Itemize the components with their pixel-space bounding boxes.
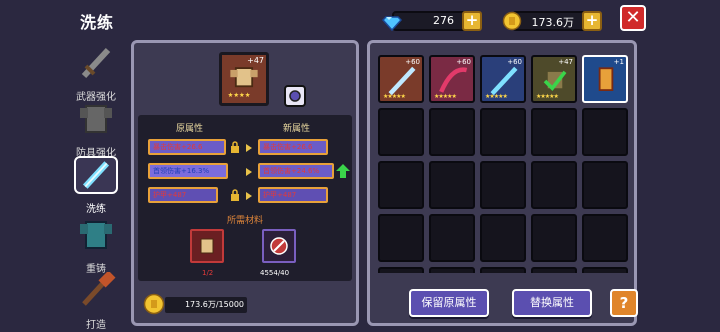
empty-inventory-slot[interactable] [480, 161, 526, 209]
svg-text:★★★★: ★★★★ [228, 92, 251, 99]
material-count-2: 4554/40 [260, 269, 290, 277]
lock-toggle-slot[interactable] [284, 85, 306, 107]
armor-material-icon [200, 238, 214, 254]
refine-stone-icon [270, 237, 288, 255]
nav-refine[interactable]: 洗练 [68, 156, 124, 215]
lantern-icon [598, 67, 614, 91]
inventory-item[interactable]: +1 [582, 55, 628, 103]
empty-inventory-slot[interactable] [378, 267, 424, 273]
empty-inventory-slot[interactable] [531, 108, 577, 156]
rarity-stars: ★★★★★ [485, 93, 508, 100]
forge-hammer-icon [82, 270, 116, 306]
lock-icon[interactable] [230, 141, 240, 153]
attribute-compare-box: 原属性 新属性 暴击伤害+26.6 暴击伤害+26.6 首领伤害+16.3% 首… [138, 115, 352, 281]
crystal-sword-icon [74, 156, 118, 194]
gold-counter: 173.6万 + [502, 11, 602, 31]
new-attr-3: 护甲+487 [258, 187, 328, 203]
empty-inventory-slot[interactable] [429, 267, 475, 273]
empty-inventory-slot[interactable] [480, 214, 526, 262]
help-button[interactable]: ? [610, 289, 638, 317]
armor-item-icon: ★★★★ [228, 67, 258, 99]
inventory-item[interactable]: +47 ★★★★★ [531, 55, 577, 103]
empty-inventory-slot[interactable] [531, 161, 577, 209]
empty-inventory-slot[interactable] [582, 214, 628, 262]
gold-coin-icon [143, 293, 165, 315]
selected-equipment-slot[interactable]: +47 ★★★★ [219, 52, 269, 106]
empty-inventory-slot[interactable] [429, 108, 475, 156]
rarity-stars: ★★★★★ [383, 93, 406, 100]
stat-up-arrow-icon [336, 164, 350, 178]
arrow-icon [246, 168, 252, 176]
old-attr-2: 首领伤害+16.3% [148, 163, 228, 179]
nav-weapon-upgrade[interactable]: 武器强化 [68, 44, 124, 103]
keep-original-button[interactable]: 保留原属性 [409, 289, 489, 317]
old-attr-1: 暴击伤害+26.6 [148, 139, 226, 155]
new-attr-header: 新属性 [283, 124, 311, 134]
gold-coin-icon [502, 11, 522, 31]
old-attr-3: 护甲+487 [148, 187, 218, 203]
empty-inventory-slot[interactable] [429, 161, 475, 209]
gold-amount: 173.6万 [531, 16, 575, 29]
sword-icon [81, 47, 111, 79]
diamond-icon [382, 16, 402, 31]
lock-icon[interactable] [230, 189, 240, 201]
empty-inventory-slot[interactable] [378, 214, 424, 262]
gem-amount: 276 [433, 14, 454, 27]
empty-inventory-slot[interactable] [378, 108, 424, 156]
inventory-item[interactable]: +60 ★★★★★ [429, 55, 475, 103]
gem-counter: 276 + [382, 11, 482, 31]
inventory-panel: +60 ★★★★★ +60 ★★★★★ +60 ★★★★★ +47 ★★★★★ +1 [367, 40, 637, 326]
new-attr-1: 暴击伤害+26.6 [258, 139, 328, 155]
inventory-item[interactable]: +60 ★★★★★ [378, 55, 424, 103]
empty-inventory-slot[interactable] [582, 161, 628, 209]
page-title: 洗练 [80, 13, 115, 32]
empty-inventory-slot[interactable] [531, 214, 577, 262]
materials-header: 所需材料 [226, 216, 263, 226]
empty-inventory-slot[interactable] [480, 267, 526, 273]
arrow-icon [246, 192, 252, 200]
material-slot-2[interactable] [262, 229, 296, 263]
gold-cost-row: 173.6万/15000 [143, 293, 353, 317]
add-gold-button[interactable]: + [582, 11, 602, 31]
gold-cost: 173.6万/15000 [165, 297, 247, 313]
material-slot-1[interactable] [190, 229, 224, 263]
add-gems-button[interactable]: + [462, 11, 482, 31]
arrow-icon [246, 144, 252, 152]
old-attr-header: 原属性 [176, 124, 204, 134]
orb-icon [289, 90, 301, 102]
nav-armor-upgrade[interactable]: 防具强化 [68, 100, 124, 159]
rarity-stars: ★★★★★ [536, 93, 559, 100]
nav-reforge[interactable]: 重铸 [68, 216, 124, 275]
empty-inventory-slot[interactable] [582, 267, 628, 273]
inventory-item[interactable]: +60 ★★★★★ [480, 55, 526, 103]
empty-inventory-slot[interactable] [531, 267, 577, 273]
inventory-grid: +60 ★★★★★ +60 ★★★★★ +60 ★★★★★ +47 ★★★★★ +1 [378, 55, 632, 273]
empty-inventory-slot[interactable] [582, 108, 628, 156]
empty-inventory-slot[interactable] [429, 214, 475, 262]
close-button[interactable]: ✕ [620, 5, 646, 31]
refine-panel: +47 ★★★★ 原属性 新属性 暴击伤害+26.6 暴击伤害+26.6 首领伤… [131, 40, 359, 326]
nav-label: 打造 [86, 320, 106, 331]
empty-inventory-slot[interactable] [378, 161, 424, 209]
armor-icon [80, 105, 112, 133]
nav-label: 洗练 [86, 204, 106, 215]
material-count-1: 1/2 [202, 269, 214, 277]
empty-inventory-slot[interactable] [480, 108, 526, 156]
new-attr-2: 首领伤害+24.6% [258, 163, 334, 179]
nav-craft[interactable]: 打造 [68, 270, 124, 331]
reforge-armor-icon [80, 221, 112, 249]
rarity-stars: ★★★★★ [434, 93, 457, 100]
replace-attribute-button[interactable]: 替换属性 [512, 289, 592, 317]
